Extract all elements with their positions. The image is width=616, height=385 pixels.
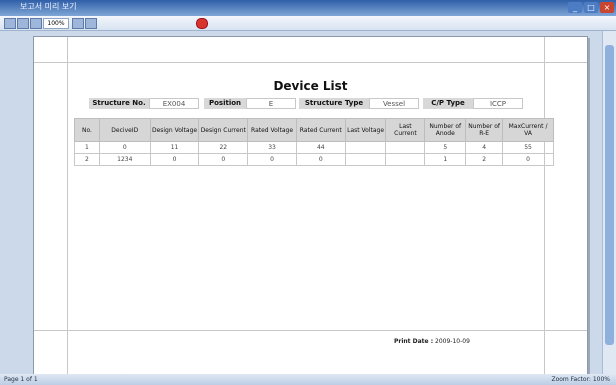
print-date-label: Print Date : <box>394 338 434 345</box>
print-date: Print Date : 2009-10-09 <box>394 338 470 345</box>
cp-type-value: ICCP <box>473 98 523 109</box>
close-button[interactable]: × <box>600 2 614 13</box>
cell-max-current-va: 55 <box>502 141 554 154</box>
table-row: 1 0 11 22 33 44 5 4 55 <box>74 141 554 154</box>
cell-rated-voltage: 33 <box>247 141 297 154</box>
structure-no-label: Structure No. <box>89 98 149 109</box>
cell-no: 2 <box>74 153 100 166</box>
device-table: No. DeciveID Design Voltage Design Curre… <box>74 118 554 166</box>
cell-number-of-anode: 5 <box>424 141 467 154</box>
cell-design-voltage: 11 <box>149 141 200 154</box>
minimize-button[interactable]: _ <box>568 2 582 13</box>
zoom-out-icon[interactable] <box>30 18 42 29</box>
zoom-factor: Zoom Factor: 100% <box>551 376 610 383</box>
status-bar: Page 1 of 1 Zoom Factor: 100% <box>0 374 616 385</box>
cell-number-of-anode: 1 <box>424 153 467 166</box>
stop-icon[interactable] <box>196 18 208 29</box>
cell-last-voltage <box>344 153 387 166</box>
cell-design-current: 0 <box>198 153 249 166</box>
scrollbar-thumb[interactable] <box>605 45 614 345</box>
structure-type-value: Vessel <box>369 98 419 109</box>
cell-rated-current: 44 <box>295 141 346 154</box>
structure-no-value: EX004 <box>149 98 199 109</box>
cell-number-of-re: 2 <box>465 153 504 166</box>
page-view-icon[interactable] <box>72 18 84 29</box>
cell-design-voltage: 0 <box>149 153 200 166</box>
table-row: 2 1234 0 0 0 0 1 2 0 <box>74 153 554 166</box>
position-label: Position <box>204 98 246 109</box>
col-number-of-re: Number of R-E <box>465 118 504 142</box>
cell-design-current: 22 <box>198 141 249 154</box>
col-max-current-va: MaxCurrent / VA <box>502 118 554 142</box>
print-date-value: 2009-10-09 <box>435 338 470 345</box>
cell-last-current <box>385 153 426 166</box>
cell-rated-current: 0 <box>295 153 346 166</box>
position-value: E <box>246 98 296 109</box>
title-bar: 보고서 미리 보기 _ □ × <box>0 0 616 16</box>
zoom-input[interactable]: 100% <box>43 18 69 29</box>
col-design-current: Design Current <box>198 118 249 142</box>
cp-type-label: C/P Type <box>423 98 473 109</box>
col-rated-current: Rated Current <box>295 118 346 142</box>
structure-type-label: Structure Type <box>299 98 369 109</box>
cell-device-id: 0 <box>98 141 151 154</box>
window-title: 보고서 미리 보기 <box>20 2 77 11</box>
margin-line-top <box>34 62 587 63</box>
vertical-scrollbar[interactable] <box>602 31 616 374</box>
col-no: No. <box>74 118 100 142</box>
col-device-id: DeciveID <box>98 118 151 142</box>
cell-max-current-va: 0 <box>502 153 554 166</box>
cell-number-of-re: 4 <box>465 141 504 154</box>
report-page: Device List Structure No. EX004 Position… <box>33 36 588 375</box>
report-title: Device List <box>273 79 348 93</box>
table-header-row: No. DeciveID Design Voltage Design Curre… <box>74 118 554 142</box>
maximize-button[interactable]: □ <box>584 2 598 13</box>
cell-device-id: 1234 <box>98 153 151 166</box>
col-last-current: Last Current <box>385 118 426 142</box>
page-setup-icon[interactable] <box>17 18 29 29</box>
col-last-voltage: Last Voltage <box>344 118 387 142</box>
cell-no: 1 <box>74 141 100 154</box>
col-number-of-anode: Number of Anode <box>424 118 467 142</box>
col-design-voltage: Design Voltage <box>149 118 200 142</box>
cell-last-voltage <box>344 141 387 154</box>
margin-line-bottom <box>34 330 587 331</box>
col-rated-voltage: Rated Voltage <box>247 118 297 142</box>
cell-last-current <box>385 141 426 154</box>
preview-toolbar: 100% <box>0 16 616 31</box>
zoom-in-icon[interactable] <box>85 18 97 29</box>
cell-rated-voltage: 0 <box>247 153 297 166</box>
print-icon[interactable] <box>4 18 16 29</box>
page-indicator: Page 1 of 1 <box>4 376 38 383</box>
